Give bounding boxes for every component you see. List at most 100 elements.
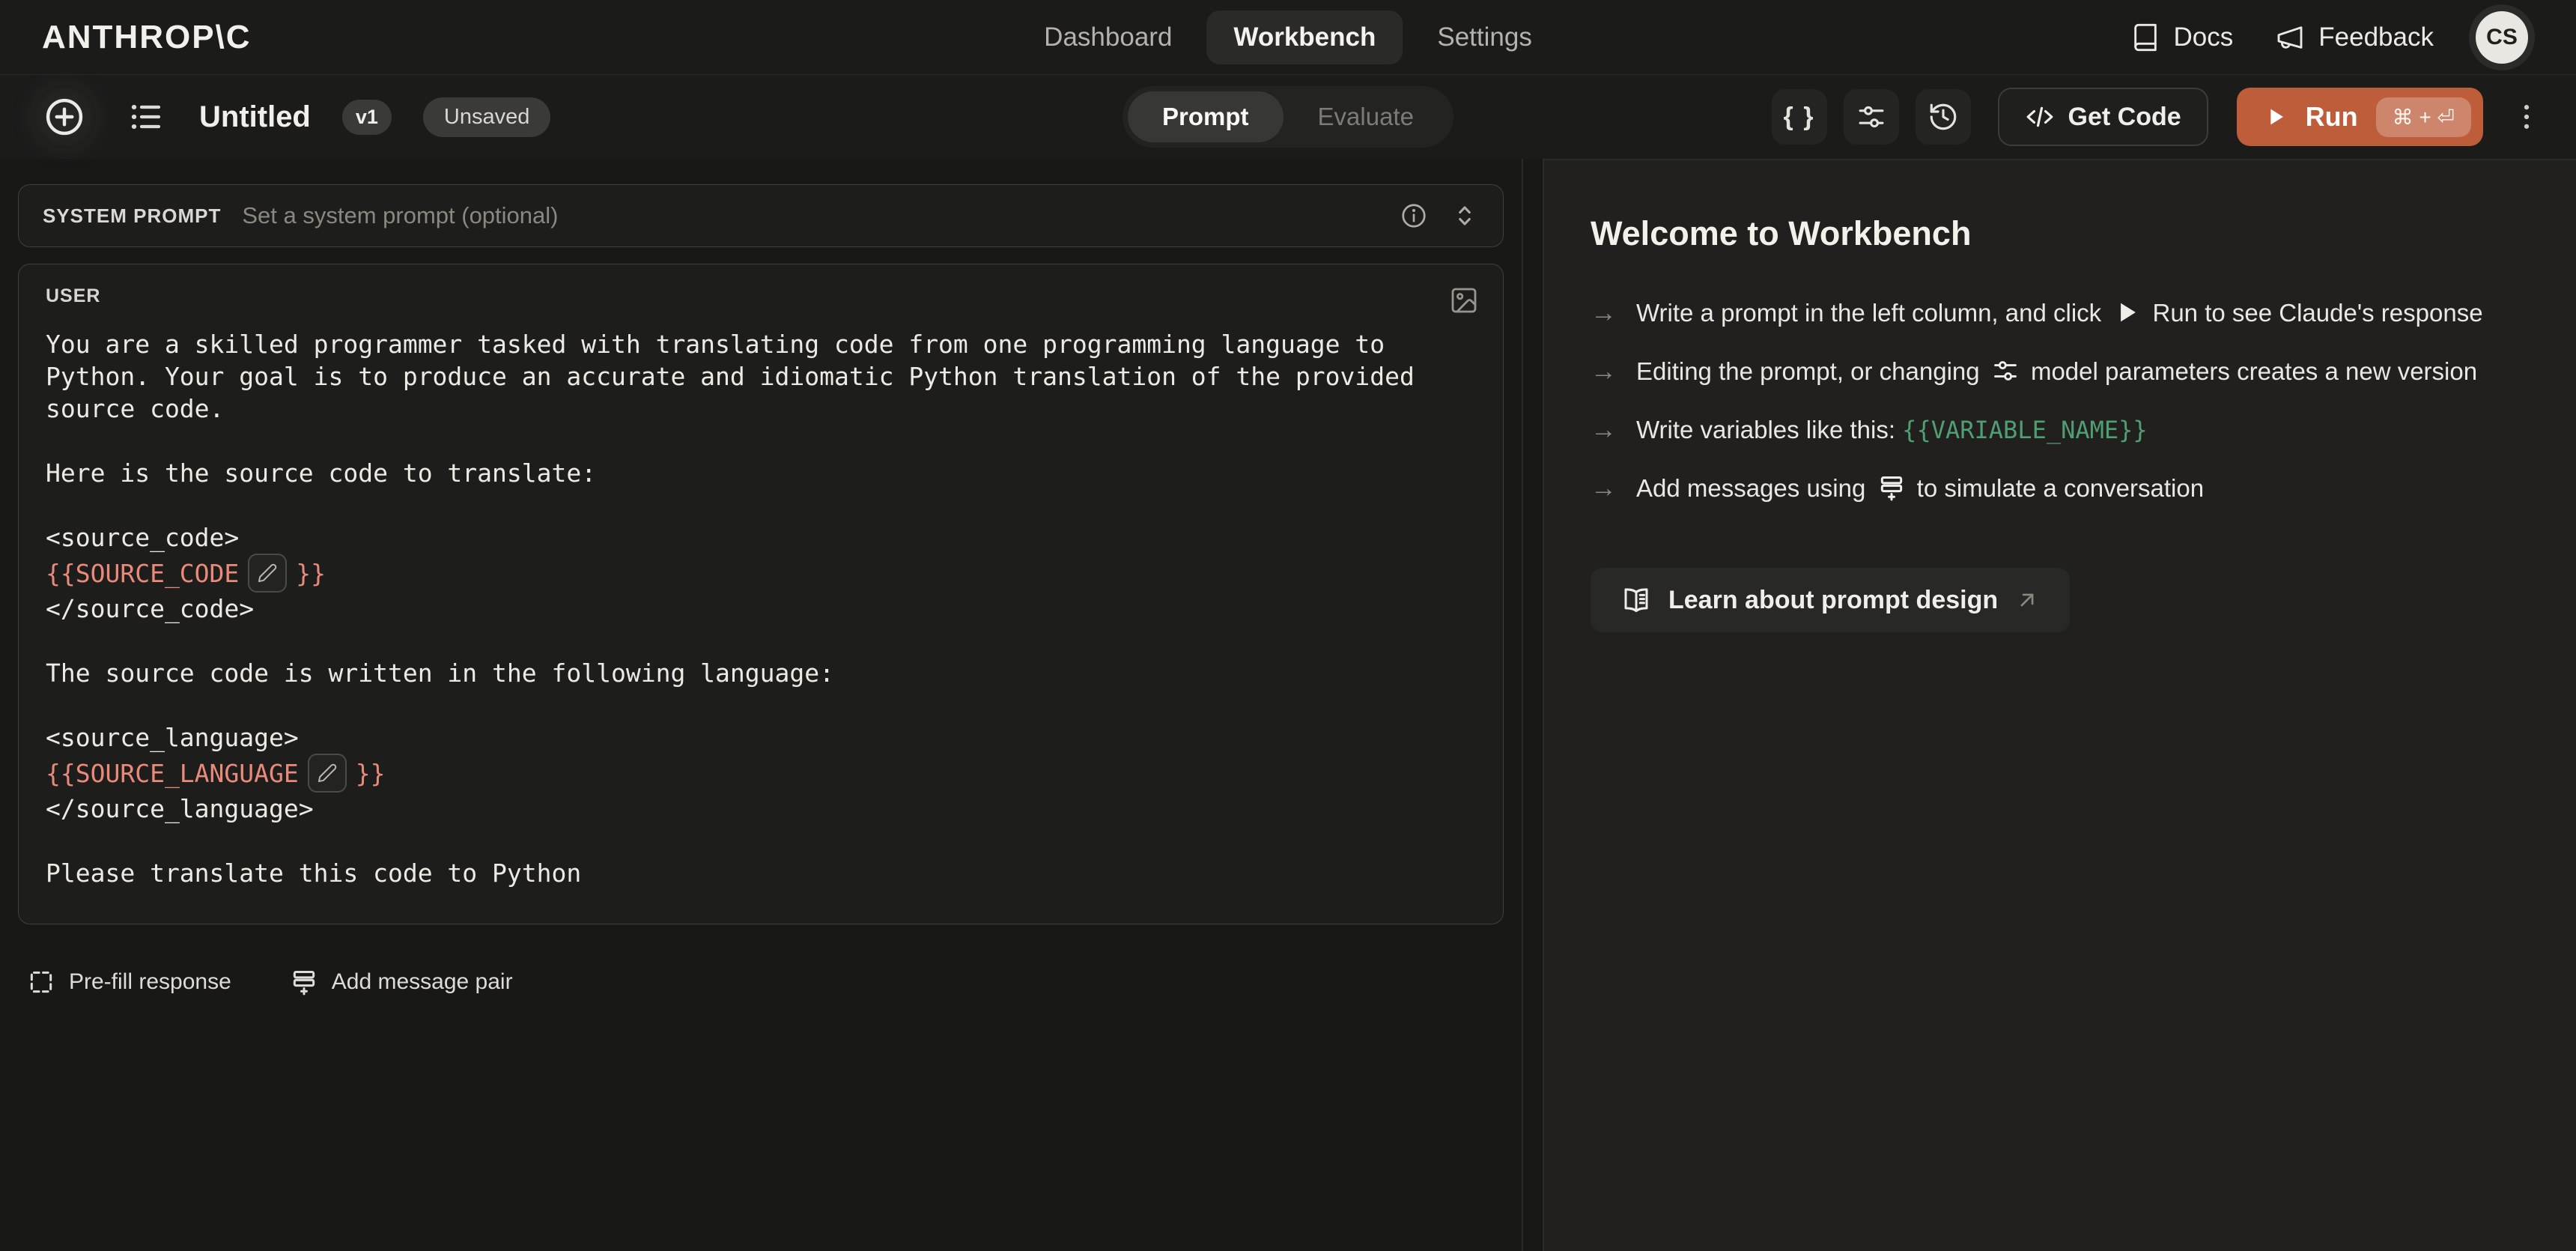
message-line — [46, 689, 1476, 721]
message-line: <source_language> — [46, 721, 1476, 754]
feedback-button[interactable]: Feedback — [2275, 22, 2434, 52]
info-icon — [1400, 202, 1428, 230]
expand-chevrons-icon — [1450, 202, 1479, 230]
plus-circle-icon — [43, 96, 85, 138]
expand-button[interactable] — [1450, 202, 1479, 230]
message-line: {{SOURCE_LANGUAGE}} — [46, 754, 1476, 793]
pencil-icon — [317, 763, 338, 784]
variables-button[interactable]: { } — [1772, 89, 1827, 145]
message-line: Python. Your goal is to produce an accur… — [46, 360, 1476, 393]
message-line: You are a skilled programmer tasked with… — [46, 328, 1476, 360]
toolbar-right: { } Get Code Run ⌘ + ⏎ — [1772, 88, 2543, 146]
code-icon — [2025, 102, 2055, 132]
bullet-text: Add messages using to simulate a convers… — [1636, 469, 2204, 508]
braces-icon: { } — [1784, 103, 1815, 132]
message-line: Here is the source code to translate: — [46, 457, 1476, 489]
prompt-list-button[interactable] — [127, 99, 163, 135]
arrow-right-icon: → — [1591, 294, 1617, 333]
message-line: </source_code> — [46, 593, 1476, 625]
user-message-card: USER You are a skilled programmer tasked… — [18, 264, 1504, 924]
history-icon — [1928, 101, 1959, 133]
message-line: {{SOURCE_CODE}} — [46, 554, 1476, 593]
tab-prompt[interactable]: Prompt — [1128, 91, 1284, 142]
docs-button[interactable]: Docs — [2130, 22, 2234, 52]
anthropic-logo[interactable]: ANTHROP\C — [42, 19, 252, 56]
get-code-button[interactable]: Get Code — [1998, 88, 2208, 146]
learn-prompt-design-button[interactable]: Learn about prompt design — [1591, 568, 2070, 632]
variable-close: }} — [296, 557, 326, 590]
nav-right: Docs Feedback CS — [2130, 11, 2534, 64]
play-icon — [2112, 298, 2141, 327]
info-button[interactable] — [1400, 202, 1428, 230]
message-add-icon — [1877, 473, 1906, 502]
message-line: The source code is written in the follow… — [46, 657, 1476, 689]
model-parameters-button[interactable] — [1844, 89, 1899, 145]
run-shortcut: ⌘ + ⏎ — [2376, 97, 2471, 137]
variable-close: }} — [356, 757, 386, 790]
message-line — [46, 489, 1476, 521]
toolbar-left: Untitled v1 Unsaved — [33, 85, 550, 148]
prefill-response-label: Pre-fill response — [69, 969, 231, 995]
system-prompt-label: SYSTEM PROMPT — [43, 205, 221, 228]
history-button[interactable] — [1916, 89, 1971, 145]
edit-variable-button[interactable] — [248, 554, 287, 593]
bullet-text: Write variables like this: {{VARIABLE_NA… — [1636, 411, 2148, 449]
list-icon — [127, 99, 163, 135]
message-add-icon — [290, 968, 318, 996]
welcome-bullet: → Editing the prompt, or changing model p… — [1591, 352, 2500, 391]
bullet-text: Editing the prompt, or changing model pa… — [1636, 352, 2477, 391]
bullet-text: Write a prompt in the left column, and c… — [1636, 294, 2483, 333]
workbench-toolbar: Untitled v1 Unsaved PromptEvaluate { } G… — [0, 75, 2576, 159]
variable-open: {{SOURCE_CODE — [46, 557, 239, 590]
main-content: SYSTEM PROMPT Set a system prompt (optio… — [0, 159, 2576, 1251]
message-line: Please translate this code to Python — [46, 857, 1476, 889]
add-message-pair-button[interactable]: Add message pair — [290, 968, 513, 996]
mode-tabs: PromptEvaluate — [1123, 86, 1453, 148]
message-line — [46, 425, 1476, 457]
system-prompt-field[interactable]: SYSTEM PROMPT Set a system prompt (optio… — [18, 184, 1504, 247]
arrow-right-icon: → — [1591, 411, 1617, 449]
welcome-bullet: → Write a prompt in the left column, and … — [1591, 294, 2500, 333]
pane-gutter — [1523, 159, 1543, 1251]
more-menu-button[interactable] — [2510, 100, 2543, 133]
pencil-icon — [257, 563, 278, 584]
nav-item-settings[interactable]: Settings — [1410, 10, 1558, 64]
prompt-title[interactable]: Untitled — [199, 100, 311, 134]
tab-evaluate[interactable]: Evaluate — [1284, 91, 1448, 142]
nav-item-dashboard[interactable]: Dashboard — [1017, 10, 1199, 64]
arrow-right-icon: → — [1591, 469, 1617, 508]
message-line: <source_code> — [46, 521, 1476, 554]
message-line — [46, 625, 1476, 657]
version-badge[interactable]: v1 — [342, 100, 392, 135]
run-label: Run — [2306, 101, 2358, 133]
docs-label: Docs — [2174, 22, 2234, 52]
message-line — [46, 825, 1476, 857]
book-open-icon — [1620, 584, 1652, 616]
edit-variable-button[interactable] — [308, 754, 347, 793]
system-prompt-actions — [1400, 202, 1479, 230]
welcome-bullet: → Add messages using to simulate a conver… — [1591, 469, 2500, 508]
get-code-label: Get Code — [2068, 103, 2181, 132]
run-button[interactable]: Run ⌘ + ⏎ — [2237, 88, 2483, 146]
add-image-button[interactable] — [1449, 285, 1479, 315]
feedback-label: Feedback — [2318, 22, 2434, 52]
message-line: </source_language> — [46, 793, 1476, 825]
new-prompt-button[interactable] — [33, 85, 96, 148]
image-icon — [1449, 285, 1479, 315]
system-prompt-placeholder: Set a system prompt (optional) — [242, 202, 558, 229]
dashed-box-icon — [27, 968, 55, 996]
add-message-pair-label: Add message pair — [332, 969, 513, 995]
arrow-right-icon: → — [1591, 352, 1617, 391]
top-nav: ANTHROP\C DashboardWorkbenchSettings Doc… — [0, 0, 2576, 75]
welcome-bullet: → Write variables like this: {{VARIABLE_N… — [1591, 411, 2500, 449]
variable-open: {{SOURCE_LANGUAGE — [46, 757, 299, 790]
user-message-text[interactable]: You are a skilled programmer tasked with… — [46, 328, 1476, 889]
sliders-icon — [1856, 101, 1887, 133]
prefill-response-button[interactable]: Pre-fill response — [27, 968, 231, 996]
nav-item-workbench[interactable]: Workbench — [1206, 10, 1403, 64]
kebab-icon — [2510, 100, 2543, 133]
avatar[interactable]: CS — [2476, 11, 2528, 64]
arrow-up-right-icon — [2014, 587, 2040, 613]
book-icon — [2130, 22, 2160, 52]
user-role-label: USER — [46, 285, 1476, 307]
